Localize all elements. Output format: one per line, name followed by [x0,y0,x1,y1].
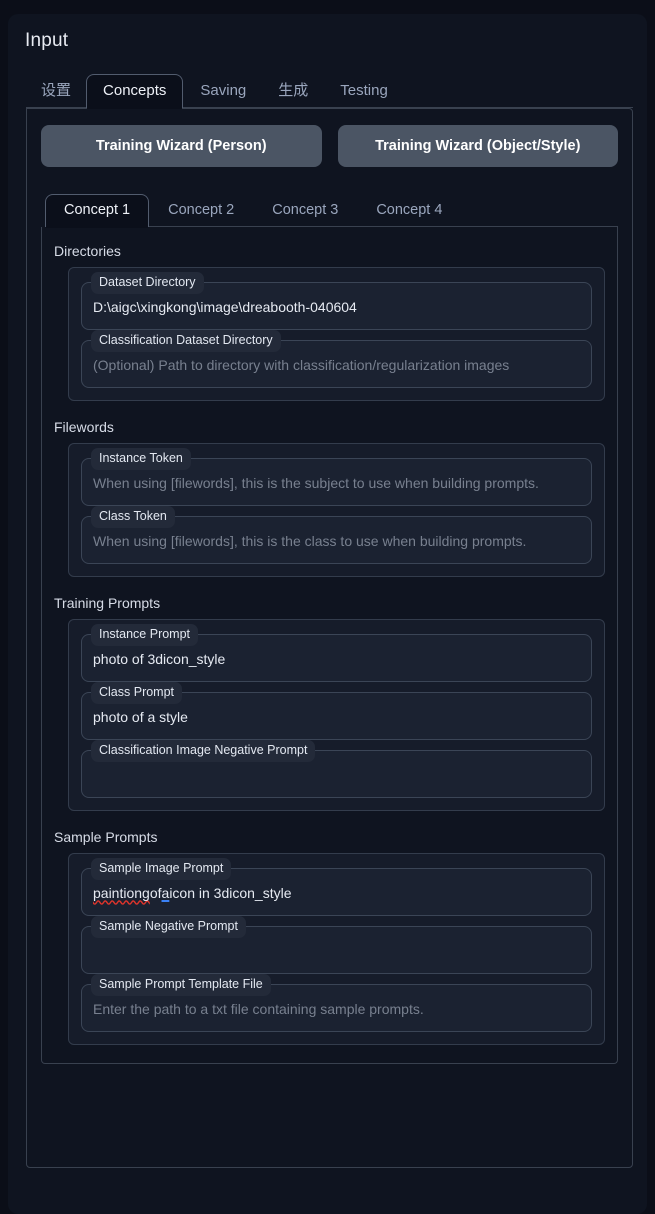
page-title: Input [25,30,69,51]
tab-concept-2[interactable]: Concept 2 [149,194,253,228]
tab-concept-4[interactable]: Concept 4 [357,194,461,228]
tab-saving[interactable]: Saving [183,74,263,108]
field-classification-image-negative-prompt: Classification Image Negative Prompt [81,740,592,798]
field-dataset-directory: Dataset Directory D:\aigc\xingkong\image… [81,272,592,330]
sample-negative-prompt-label: Sample Negative Prompt [91,916,246,938]
wizard-button-row: Training Wizard (Person) Training Wizard… [41,125,618,167]
misspelled-word: paintiong [93,884,150,901]
concept-1-panel: Directories Dataset Directory D:\aigc\xi… [41,227,618,1064]
class-token-label: Class Token [91,506,175,528]
sample-prompt-template-file-placeholder: Enter the path to a txt file containing … [93,1000,424,1017]
field-class-token: Class Token When using [filewords], this… [81,506,592,564]
dataset-directory-label: Dataset Directory [91,272,204,294]
main-tab-bar: 设置 Concepts Saving 生成 Testing [8,68,647,109]
field-sample-image-prompt: Sample Image Prompt paintiong of a icon … [81,858,592,916]
training-prompts-group: Instance Prompt photo of 3dicon_style Cl… [68,619,605,811]
grammar-flagged-word: a [161,884,170,901]
sample-prompts-group: Sample Image Prompt paintiong of a icon … [68,853,605,1045]
training-wizard-object-style-button[interactable]: Training Wizard (Object/Style) [337,125,618,167]
prompt-text: of [149,884,162,901]
classification-dataset-directory-label: Classification Dataset Directory [91,330,281,352]
class-token-placeholder: When using [filewords], this is the clas… [93,532,527,549]
section-title-sample-prompts: Sample Prompts [54,829,158,845]
directories-group: Dataset Directory D:\aigc\xingkong\image… [68,267,605,401]
concept-tab-bar: Concept 1 Concept 2 Concept 3 Concept 4 [41,189,618,228]
sample-prompt-template-file-label: Sample Prompt Template File [91,974,271,996]
prompt-text: icon in 3dicon_style [169,884,292,901]
training-wizard-person-button[interactable]: Training Wizard (Person) [41,125,322,167]
section-title-directories: Directories [54,243,121,259]
field-instance-prompt: Instance Prompt photo of 3dicon_style [81,624,592,682]
field-sample-negative-prompt: Sample Negative Prompt [81,916,592,974]
section-title-filewords: Filewords [54,419,114,435]
tab-generate[interactable]: 生成 [263,74,323,108]
concepts-tab-body: Training Wizard (Person) Training Wizard… [26,108,633,1168]
tab-concept-1[interactable]: Concept 1 [45,193,150,228]
classification-dataset-directory-placeholder: (Optional) Path to directory with classi… [93,356,510,373]
field-class-prompt: Class Prompt photo of a style [81,682,592,740]
tab-testing[interactable]: Testing [323,74,405,108]
instance-prompt-label: Instance Prompt [91,624,199,646]
section-title-training-prompts: Training Prompts [54,595,161,611]
sample-image-prompt-label: Sample Image Prompt [91,858,232,880]
tab-concepts[interactable]: Concepts [86,74,184,109]
field-sample-prompt-template-file: Sample Prompt Template File Enter the pa… [81,974,592,1032]
class-prompt-label: Class Prompt [91,682,183,704]
tab-concept-3[interactable]: Concept 3 [253,194,357,228]
field-classification-dataset-directory: Classification Dataset Directory (Option… [81,330,592,388]
tab-settings[interactable]: 设置 [26,74,86,108]
input-panel: Input 设置 Concepts Saving 生成 Testing Trai… [8,14,647,1214]
instance-token-placeholder: When using [filewords], this is the subj… [93,474,539,491]
field-instance-token: Instance Token When using [filewords], t… [81,448,592,506]
filewords-group: Instance Token When using [filewords], t… [68,443,605,577]
classification-image-negative-prompt-label: Classification Image Negative Prompt [91,740,316,762]
instance-token-label: Instance Token [91,448,191,470]
